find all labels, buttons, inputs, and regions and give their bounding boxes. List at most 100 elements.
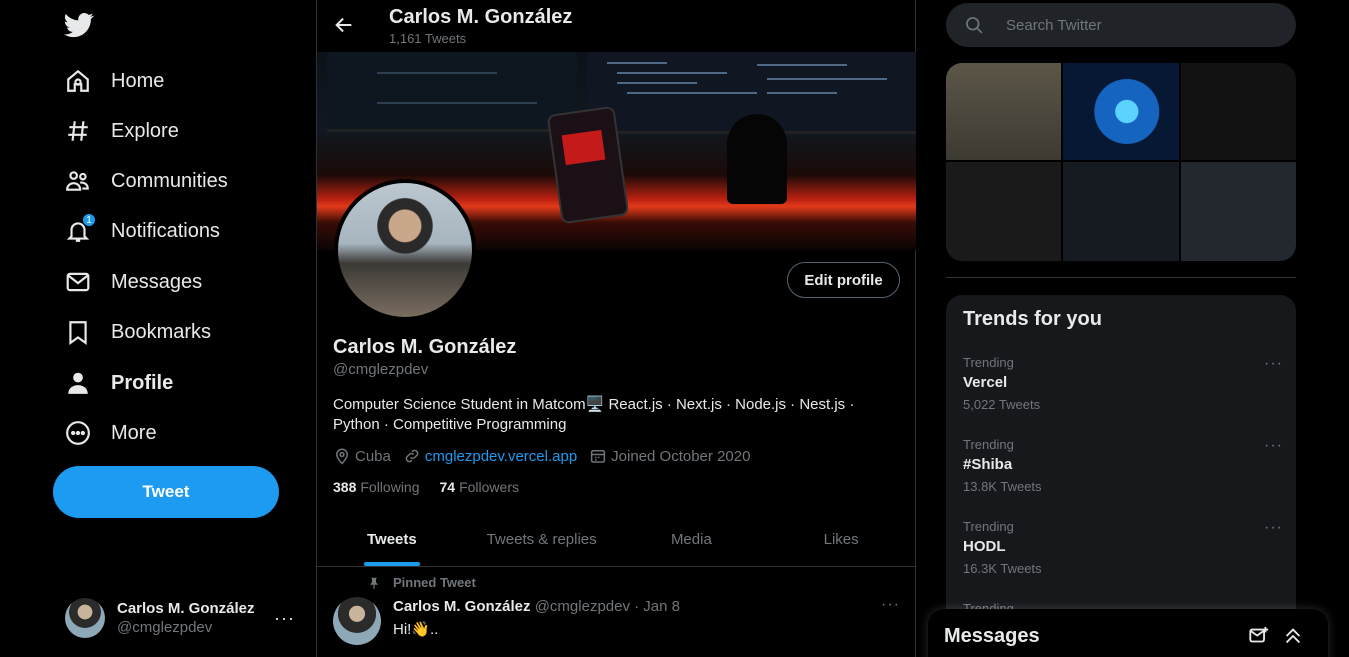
right-sidebar: Trends for you Trending Vercel 5,022 Twe… [946,0,1296,657]
bell-icon: 1 [64,213,96,245]
profile-bio: Computer Science Student in Matcom🖥️ Rea… [333,395,893,435]
trend-more-icon[interactable]: ··· [1264,519,1283,537]
media-thumb[interactable] [1063,63,1179,160]
trends-title: Trends for you [963,308,1102,330]
header-tweet-count: 1,161 Tweets [389,31,467,46]
nav-profile-label: Profile [111,371,174,394]
website: cmglezpdev.vercel.app [403,447,577,465]
edit-profile-button[interactable]: Edit profile [787,262,900,298]
twitter-logo-icon[interactable] [64,10,94,40]
messages-drawer[interactable]: Messages [928,609,1328,657]
trend-context: Trending [963,519,1014,534]
tweet-button[interactable]: Tweet [53,466,279,518]
tweet-text: Hi!👋.. [393,621,439,638]
account-handle: @cmglezpdev [117,619,213,636]
messages-drawer-title: Messages [944,624,1040,647]
following-count: 388 [333,479,357,495]
joined: Joined October 2020 [589,447,750,465]
profile-handle: @cmglezpdev [333,361,429,378]
nav-communities[interactable]: Communities [64,161,228,201]
tweet-header: Carlos M. González @cmglezpdev · Jan 8 [393,598,680,615]
account-name: Carlos M. González [117,600,255,617]
followers-label: Followers [459,479,519,495]
location-pin-icon [335,448,349,465]
media-thumb[interactable] [1181,63,1296,160]
joined-text: Joined October 2020 [611,447,751,465]
tab-tweets-replies[interactable]: Tweets & replies [467,513,617,566]
profile-name: Carlos M. González [333,336,517,358]
location-text: Cuba [355,447,391,465]
media-thumb[interactable] [1063,162,1179,261]
search-box[interactable] [946,3,1296,47]
followers-count: 74 [439,479,456,495]
more-circle-icon [64,419,92,447]
trend-item[interactable]: Trending Vercel 5,022 Tweets ··· [963,355,1283,412]
pinned-indicator: Pinned Tweet [367,575,476,590]
tweet-avatar[interactable] [333,597,381,645]
trend-name: Vercel [963,374,1008,391]
nav-more[interactable]: More [64,413,157,453]
trend-item[interactable]: Trending #Shiba 13.8K Tweets ··· [963,437,1283,494]
followers-link[interactable]: 74 Followers [440,479,519,495]
media-gallery [946,63,1296,261]
media-thumb[interactable] [946,63,1061,160]
hashtag-icon [64,117,92,145]
media-thumb[interactable] [946,162,1061,261]
avatar [65,598,105,638]
nav-bookmarks-label: Bookmarks [111,320,212,343]
header-name: Carlos M. González [389,6,573,28]
following-label: Following [360,479,420,495]
account-more-icon[interactable]: ··· [274,608,295,629]
back-arrow-icon[interactable] [333,14,355,36]
trend-context: Trending [963,355,1014,370]
nav-notifications-label: Notifications [111,219,220,242]
banner-cat-silhouette [727,114,787,204]
website-link[interactable]: cmglezpdev.vercel.app [425,448,577,465]
nav-home-label: Home [111,69,165,92]
tab-likes[interactable]: Likes [766,513,916,566]
media-thumb[interactable] [1181,162,1296,261]
pinned-label: Pinned Tweet [393,575,476,590]
following-link[interactable]: 388 Following [333,479,420,495]
tweet-more-icon[interactable]: ··· [881,596,900,614]
home-icon [64,67,92,95]
trend-count: 13.8K Tweets [963,479,1042,494]
nav-explore[interactable]: Explore [64,111,179,151]
nav-home[interactable]: Home [64,61,164,101]
search-input[interactable] [1006,16,1266,34]
trends-panel: Trends for you Trending Vercel 5,022 Twe… [946,295,1296,657]
communities-icon [64,167,92,195]
nav-bookmarks[interactable]: Bookmarks [64,312,211,352]
nav-messages[interactable]: Messages [64,262,202,302]
nav-notifications[interactable]: 1 Notifications [64,211,220,251]
link-icon [405,449,419,463]
banner-monitor-left [327,52,577,132]
pinned-tweet[interactable]: Pinned Tweet Carlos M. González @cmglezp… [317,568,916,657]
trend-context: Trending [963,437,1014,452]
account-switcher[interactable]: Carlos M. González @cmglezpdev ··· [65,596,305,640]
person-icon [64,369,92,397]
bookmark-icon [64,318,92,346]
chevron-up-icon[interactable] [1282,625,1304,647]
notification-badge: 1 [82,213,96,227]
new-message-icon[interactable] [1248,625,1270,647]
profile-column: Carlos M. González 1,161 Tweets Edit pro… [316,0,916,657]
profile-meta: Cuba cmglezpdev.vercel.app Joined Octobe… [333,447,762,465]
tweet-author-name[interactable]: Carlos M. González [393,598,531,615]
nav-communities-label: Communities [111,169,228,192]
trend-more-icon[interactable]: ··· [1264,437,1283,455]
tab-media[interactable]: Media [617,513,767,566]
bio-line-2: Python · Competitive Programming [333,416,567,433]
profile-avatar[interactable] [334,179,476,321]
trend-item[interactable]: Trending HODL 16.3K Tweets ··· [963,519,1283,576]
tab-tweets[interactable]: Tweets [317,513,467,566]
nav-more-label: More [111,421,157,444]
trend-name: #Shiba [963,456,1013,473]
profile-header-bar: Carlos M. González 1,161 Tweets [317,0,917,52]
sidebar-nav: Home Explore Communities 1 Notifications… [0,0,316,657]
search-icon [966,17,983,34]
trend-more-icon[interactable]: ··· [1264,355,1283,373]
calendar-icon [591,450,606,463]
nav-profile[interactable]: Profile [64,363,173,403]
nav-messages-label: Messages [111,270,203,293]
